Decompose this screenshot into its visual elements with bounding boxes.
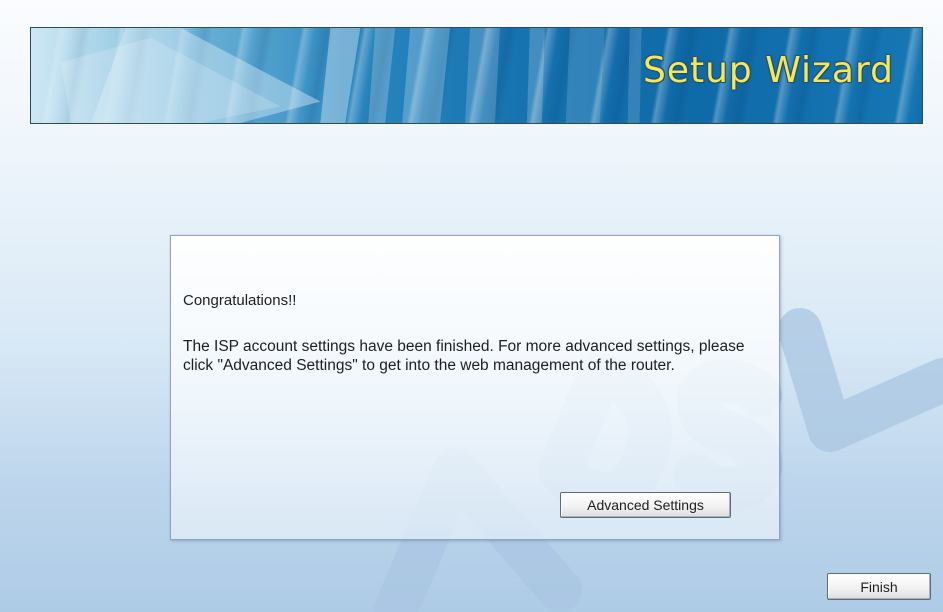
completion-dialog: Congratulations!! The ISP account settin… [170, 235, 780, 540]
completion-message: The ISP account settings have been finis… [183, 338, 745, 374]
setup-wizard-banner: Setup Wizard [30, 27, 923, 124]
banner-title: Setup Wizard [642, 50, 894, 91]
advanced-settings-button[interactable]: Advanced Settings [560, 492, 731, 518]
finish-button[interactable]: Finish [827, 573, 931, 600]
setup-wizard-page: Setup Wizard Congratulations!! The ISP a… [0, 0, 943, 612]
congratulations-heading: Congratulations!! [183, 292, 297, 309]
